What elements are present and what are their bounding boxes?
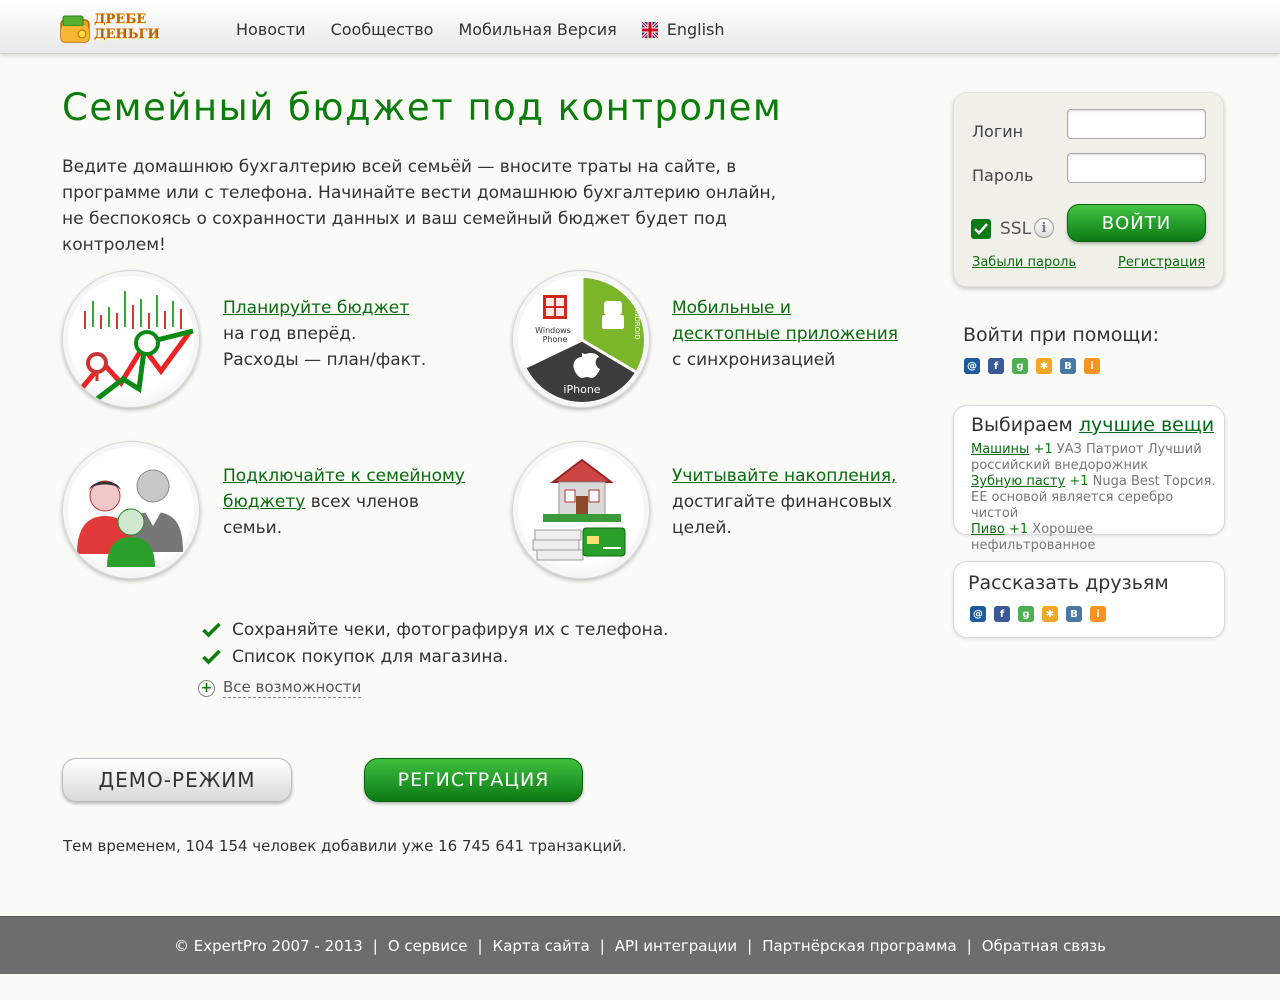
feature-savings-link[interactable]: Учитывайте накопления, <box>672 466 896 486</box>
demo-mode-button[interactable]: ДЕМО-РЕЖИМ <box>62 758 292 802</box>
best-things-link[interactable]: лучшие вещи <box>1079 414 1214 436</box>
copyright: © ExpertPro 2007 - 2013 <box>173 936 363 955</box>
checkmark-icon <box>974 223 988 235</box>
feature-apps: Мобильные и десктопные приложения с синх… <box>672 298 899 370</box>
feature-budget-link[interactable]: Планируйте бюджет <box>223 298 409 318</box>
vkontakte-icon[interactable]: B <box>1066 606 1082 622</box>
google-icon[interactable]: g <box>1012 358 1028 374</box>
best-item-cars-link[interactable]: Машины <box>971 442 1029 457</box>
best-things-title: Выбираем лучшие вещи <box>971 414 1215 436</box>
odnoklassniki-icon[interactable]: i <box>1090 606 1106 622</box>
best-item-beer-link[interactable]: Пиво <box>971 522 1005 537</box>
wallet-logo-icon <box>60 15 90 43</box>
footer-about-link[interactable]: О сервисе <box>388 937 468 955</box>
nav-language-english[interactable]: English <box>641 20 725 39</box>
logo[interactable]: ДРЕБЕ ДЕНЬГИ <box>58 12 160 46</box>
yandex-icon[interactable]: ✱ <box>1036 358 1052 374</box>
share-title: Рассказать друзьям <box>968 572 1169 594</box>
feature-family: Подключайте к семейному бюджету всех чле… <box>223 466 465 538</box>
best-things-panel: Выбираем лучшие вещи Машины +1 УАЗ Патри… <box>953 405 1225 553</box>
mobile-platforms-icon: Windows Phone ANDROID iPhone <box>512 270 650 408</box>
login-button[interactable]: ВОЙТИ <box>1067 204 1206 242</box>
all-features-link[interactable]: + Все возможности <box>198 678 362 698</box>
family-members-icon <box>62 441 200 579</box>
social-login-title: Войти при помощи: <box>963 324 1159 346</box>
usage-stats: Тем временем, 104 154 человек добавили у… <box>63 837 627 855</box>
footer: © ExpertPro 2007 - 2013 | О сервисе | Ка… <box>0 916 1280 974</box>
best-item-toothpaste-link[interactable]: Зубную пасту <box>971 474 1065 489</box>
footer-api-link[interactable]: API интеграции <box>615 937 737 955</box>
plus-icon: + <box>198 679 215 697</box>
nav-news[interactable]: Новости <box>236 20 306 39</box>
footer-sitemap-link[interactable]: Карта сайта <box>493 937 590 955</box>
svg-text:Phone: Phone <box>543 335 568 344</box>
mailru-icon[interactable]: @ <box>964 358 980 374</box>
savings-house-icon <box>512 441 650 579</box>
top-bar: ДРЕБЕ ДЕНЬГИ Новости Сообщество Мобильна… <box>0 0 1280 54</box>
checkmark-icon <box>202 622 221 637</box>
extra-features-list: Сохраняйте чеки, фотографируя их с телеф… <box>198 616 669 670</box>
best-things-list: Машины +1 УАЗ Патриот Лучший российский … <box>971 442 1221 554</box>
odnoklassniki-icon[interactable]: i <box>1084 358 1100 374</box>
ssl-label: SSL <box>1000 219 1032 239</box>
facebook-icon[interactable]: f <box>994 606 1010 622</box>
list-item: Список покупок для магазина. <box>198 643 669 670</box>
login-input[interactable] <box>1067 109 1206 139</box>
footer-feedback-link[interactable]: Обратная связь <box>982 937 1106 955</box>
login-label: Логин <box>972 122 1024 141</box>
feature-savings: Учитывайте накопления, достигайте финанс… <box>672 466 897 538</box>
svg-text:ANDROID: ANDROID <box>633 306 641 339</box>
password-input[interactable] <box>1067 153 1206 183</box>
mailru-icon[interactable]: @ <box>970 606 986 622</box>
hero-description: Ведите домашнюю бухгалтерию всей семьёй … <box>62 157 777 255</box>
ssl-checkbox[interactable] <box>971 219 991 239</box>
list-item: Машины +1 УАЗ Патриот Лучший российский … <box>971 442 1202 473</box>
svg-text:Windows: Windows <box>535 326 571 335</box>
password-label: Пароль <box>972 166 1034 185</box>
yandex-icon[interactable]: ✱ <box>1042 606 1058 622</box>
footer-partner-link[interactable]: Партнёрская программа <box>762 937 957 955</box>
login-form: Логин Пароль SSL i ВОЙТИ Забыли пароль Р… <box>953 92 1224 287</box>
budget-chart-icon <box>62 270 200 408</box>
feature-apps-link[interactable]: Мобильные и десктопные приложения <box>672 298 898 344</box>
social-login-icons: @ f g ✱ Bi <box>964 358 1100 374</box>
main-nav: Новости Сообщество Мобильная Версия Engl… <box>236 20 725 39</box>
share-panel: Рассказать друзьям @ f g ✱ Bi <box>953 561 1225 638</box>
feature-budget: Планируйте бюджет на год вперёд. Расходы… <box>223 298 427 370</box>
facebook-icon[interactable]: f <box>988 358 1004 374</box>
list-item: Зубную пасту +1 Nuga Best Торсия. ЕЕ осн… <box>971 474 1216 521</box>
list-item: Пиво +1 Хорошее нефильтрованное <box>971 522 1096 553</box>
page-title: Семейный бюджет под контролем <box>62 86 783 129</box>
info-icon[interactable]: i <box>1034 218 1054 238</box>
uk-flag-icon <box>641 21 658 38</box>
share-icons: @ f g ✱ Bi <box>970 606 1106 622</box>
registration-link[interactable]: Регистрация <box>1118 255 1205 270</box>
vkontakte-icon[interactable]: B <box>1060 358 1076 374</box>
google-icon[interactable]: g <box>1018 606 1034 622</box>
forgot-password-link[interactable]: Забыли пароль <box>972 255 1076 270</box>
checkmark-icon <box>202 649 221 664</box>
svg-text:iPhone: iPhone <box>563 383 600 396</box>
register-button[interactable]: РЕГИСТРАЦИЯ <box>364 758 583 802</box>
list-item: Сохраняйте чеки, фотографируя их с телеф… <box>198 616 669 643</box>
logo-text: ДРЕБЕ ДЕНЬГИ <box>94 12 160 42</box>
nav-community[interactable]: Сообщество <box>331 20 434 39</box>
nav-mobile-version[interactable]: Мобильная Версия <box>458 20 616 39</box>
